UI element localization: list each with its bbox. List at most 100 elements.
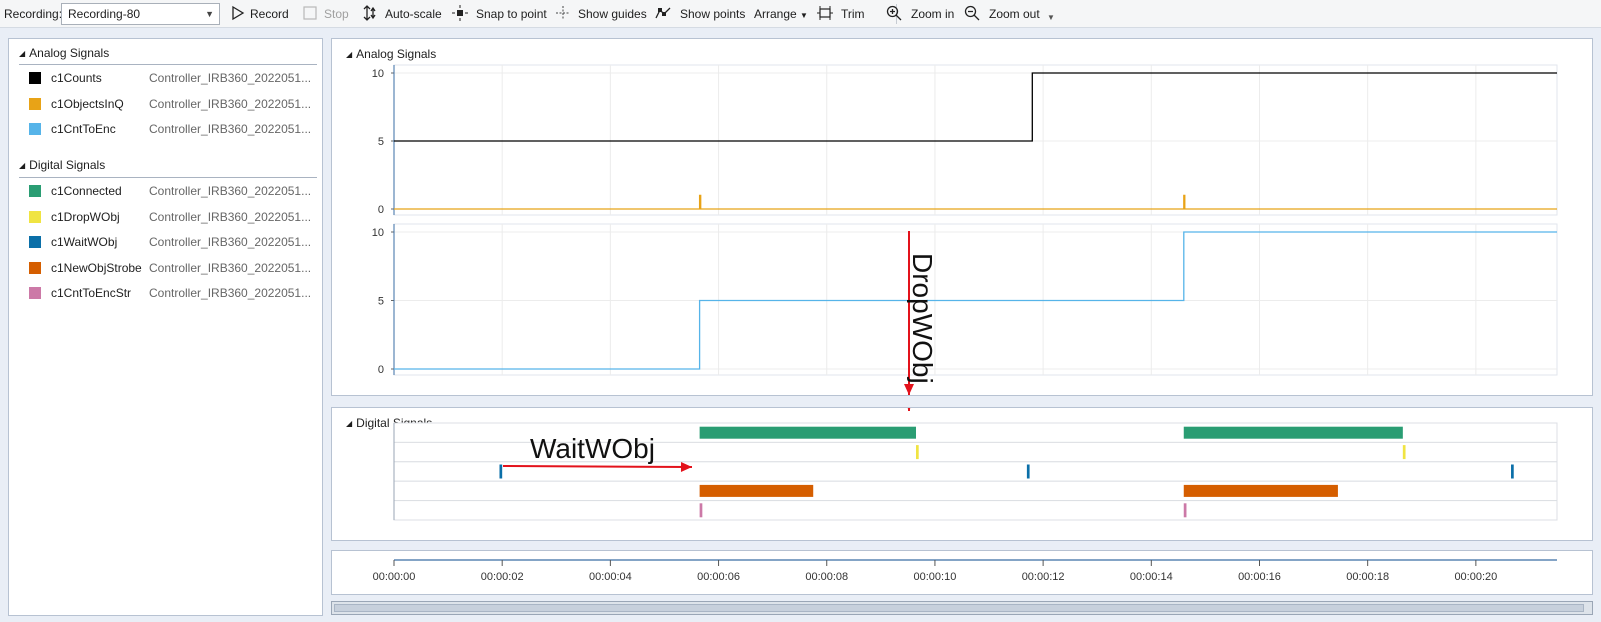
signal-row-digital[interactable]: c1NewObjStrobe Controller_IRB360_2022051.… [19, 259, 319, 277]
auto-scale-button[interactable]: Auto-scale [385, 5, 442, 23]
signal-source: Controller_IRB360_2022051... [149, 184, 312, 198]
signal-name: c1CntToEnc [51, 122, 116, 136]
signal-source: Controller_IRB360_2022051... [149, 235, 312, 249]
y-tick-label: 10 [372, 227, 384, 239]
signal-color-swatch[interactable] [29, 261, 41, 274]
zoom-in-button[interactable]: Zoom in [911, 5, 954, 23]
signal-source: Controller_IRB360_2022051... [149, 260, 312, 275]
signal-color-swatch[interactable] [29, 287, 41, 299]
digital-chart[interactable]: WaitWObj [332, 408, 1592, 540]
time-tick-label: 00:00:12 [1022, 571, 1065, 583]
show-guides-button[interactable]: Show guides [578, 5, 647, 23]
snap-to-point-icon[interactable] [452, 5, 468, 21]
y-tick-label: 5 [378, 136, 384, 148]
auto-scale-icon[interactable] [362, 5, 378, 21]
analog-charts[interactable]: 10 5 0 10 5 0 DropWObj [332, 39, 1592, 395]
digital-lane-c1CntToEncStr [393, 500, 1558, 521]
dropwobj-arrow-head [904, 384, 914, 395]
signal-row-analog[interactable]: c1ObjectsInQ Controller_IRB360_2022051... [19, 95, 319, 113]
y-tick-label: 10 [372, 68, 384, 80]
signal-row-digital[interactable]: c1CntToEncStr Controller_IRB360_2022051..… [19, 284, 319, 302]
signal-color-swatch[interactable] [29, 236, 41, 248]
waitwobj-label: WaitWObj [530, 433, 655, 464]
digital-pulse-c1WaitWObj [1026, 464, 1030, 479]
digital-pulse-c1WaitWObj [499, 464, 503, 479]
zoom-in-icon[interactable] [886, 5, 902, 21]
digital-signals-header[interactable]: ◢ Digital Signals [19, 158, 105, 172]
analog-chart-1: 10 5 0 [372, 64, 1558, 216]
analog-signals-header[interactable]: ◢ Analog Signals [19, 46, 109, 60]
time-tick-label: 00:00:06 [697, 571, 740, 583]
recording-select-value: Recording-80 [68, 7, 141, 21]
stop-button[interactable]: Stop [324, 5, 349, 23]
plot-area [393, 64, 1558, 216]
digital-pulse-c1DropWObj [915, 445, 919, 460]
analog-signals-header-label: Analog Signals [29, 46, 110, 60]
digital-pulse-c1CntToEncStr [699, 503, 703, 518]
record-icon[interactable] [230, 5, 246, 21]
digital-lane-c1NewObjStrobe [393, 480, 1558, 502]
scrollbar-thumb[interactable] [334, 604, 1584, 612]
collapse-triangle-icon: ◢ [19, 49, 26, 58]
signal-row-digital[interactable]: c1DropWObj Controller_IRB360_2022051... [19, 208, 319, 226]
analog-signals-divider [19, 64, 317, 65]
collapse-triangle-icon: ◢ [19, 161, 26, 170]
waitwobj-arrow [502, 465, 693, 468]
signal-source: Controller_IRB360_2022051... [149, 122, 312, 136]
show-points-icon[interactable] [655, 5, 671, 21]
digital-pulse-c1CntToEncStr [1183, 503, 1187, 518]
signal-name: c1ObjectsInQ [51, 96, 124, 111]
signal-name: c1Counts [51, 71, 102, 85]
dropwobj-arrow-end-head [907, 408, 911, 411]
analog-chart-panel: ◢ Analog Signals 10 5 0 10 5 0 DropWObj [331, 38, 1593, 396]
recording-select[interactable]: Recording-80 ▼ [61, 3, 220, 25]
show-points-button[interactable]: Show points [680, 5, 745, 23]
signal-row-analog[interactable]: c1Counts Controller_IRB360_2022051... [19, 69, 319, 87]
snap-to-point-button[interactable]: Snap to point [476, 5, 547, 23]
plot-area [393, 223, 1558, 376]
time-tick-label: 00:00:10 [914, 571, 957, 583]
recording-label: Recording: [4, 7, 63, 21]
digital-pulse-c1DropWObj [1402, 445, 1406, 460]
arrange-button[interactable]: Arrange ▼ [754, 5, 808, 23]
digital-pulse-c1Connected [1183, 426, 1403, 439]
y-tick-label: 0 [378, 364, 384, 376]
signal-color-swatch[interactable] [29, 72, 41, 84]
digital-pulse-c1WaitWObj [1511, 464, 1514, 479]
stop-icon[interactable] [302, 5, 318, 21]
time-tick-label: 00:00:16 [1238, 571, 1281, 583]
signal-list-panel: ◢ Analog Signals c1Counts Controller_IRB36… [8, 38, 323, 616]
signal-row-analog[interactable]: c1CntToEnc Controller_IRB360_2022051... [19, 120, 319, 138]
horizontal-scrollbar[interactable] [331, 601, 1593, 615]
dropwobj-label: DropWObj [907, 253, 938, 384]
arrange-chevron-icon: ▼ [800, 11, 808, 20]
signal-row-digital[interactable]: c1Connected Controller_IRB360_2022051... [19, 182, 319, 200]
zoom-out-icon[interactable] [964, 5, 980, 21]
zoom-out-button[interactable]: Zoom out [989, 5, 1040, 23]
signal-source: Controller_IRB360_2022051... [149, 286, 312, 300]
digital-lane-c1WaitWObj [393, 461, 1558, 482]
digital-signals-divider [19, 177, 317, 178]
time-tick-label: 00:00:04 [589, 571, 632, 583]
trim-icon[interactable] [817, 5, 833, 21]
show-guides-icon[interactable] [555, 5, 571, 21]
signal-source: Controller_IRB360_2022051... [149, 209, 312, 224]
time-tick-label: 00:00:08 [805, 571, 848, 583]
time-axis[interactable]: 00:00:00 00:00:02 00:00:04 00:00:06 00:00:08… [332, 551, 1592, 594]
digital-pulse-c1NewObjStrobe [699, 484, 814, 497]
signal-row-digital[interactable]: c1WaitWObj Controller_IRB360_2022051... [19, 233, 319, 251]
signal-name: c1NewObjStrobe [51, 260, 142, 275]
arrange-label: Arrange [754, 7, 797, 21]
signal-color-swatch[interactable] [29, 123, 41, 135]
signal-color-swatch[interactable] [29, 185, 41, 197]
signal-name: c1DropWObj [51, 209, 120, 224]
trim-button[interactable]: Trim [841, 5, 865, 23]
signal-color-swatch[interactable] [29, 97, 41, 110]
toolbar-overflow-icon[interactable]: ▼ [1047, 9, 1055, 27]
record-button[interactable]: Record [250, 5, 289, 23]
signal-color-swatch[interactable] [29, 210, 41, 223]
digital-pulse-c1Connected [699, 426, 916, 439]
time-tick-label: 00:00:14 [1130, 571, 1173, 583]
time-tick-label: 00:00:00 [373, 571, 416, 583]
digital-chart-panel: ◢Digital Signals WaitWObj [331, 407, 1593, 541]
